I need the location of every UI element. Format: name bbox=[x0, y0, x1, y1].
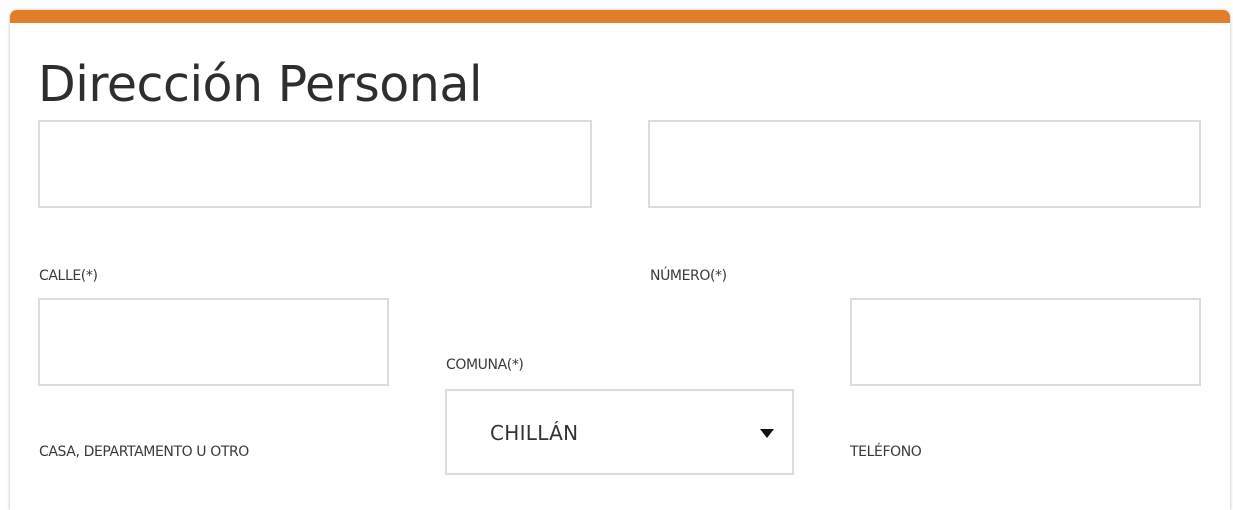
telefono-label: TELÉFONO bbox=[850, 444, 922, 460]
telefono-input[interactable] bbox=[850, 298, 1201, 386]
comuna-select[interactable]: CHILLÁN bbox=[445, 389, 794, 475]
top-left-input[interactable] bbox=[38, 120, 592, 208]
section-title: Dirección Personal bbox=[38, 56, 482, 113]
calle-label: CALLE(*) bbox=[39, 268, 98, 284]
comuna-selected-value: CHILLÁN bbox=[490, 421, 579, 445]
caret-down-icon bbox=[760, 429, 774, 438]
casa-input[interactable] bbox=[38, 298, 389, 386]
casa-label: CASA, DEPARTAMENTO U OTRO bbox=[39, 444, 249, 460]
top-right-input[interactable] bbox=[648, 120, 1201, 208]
numero-label: NÚMERO(*) bbox=[650, 268, 727, 284]
comuna-label: COMUNA(*) bbox=[446, 357, 524, 373]
